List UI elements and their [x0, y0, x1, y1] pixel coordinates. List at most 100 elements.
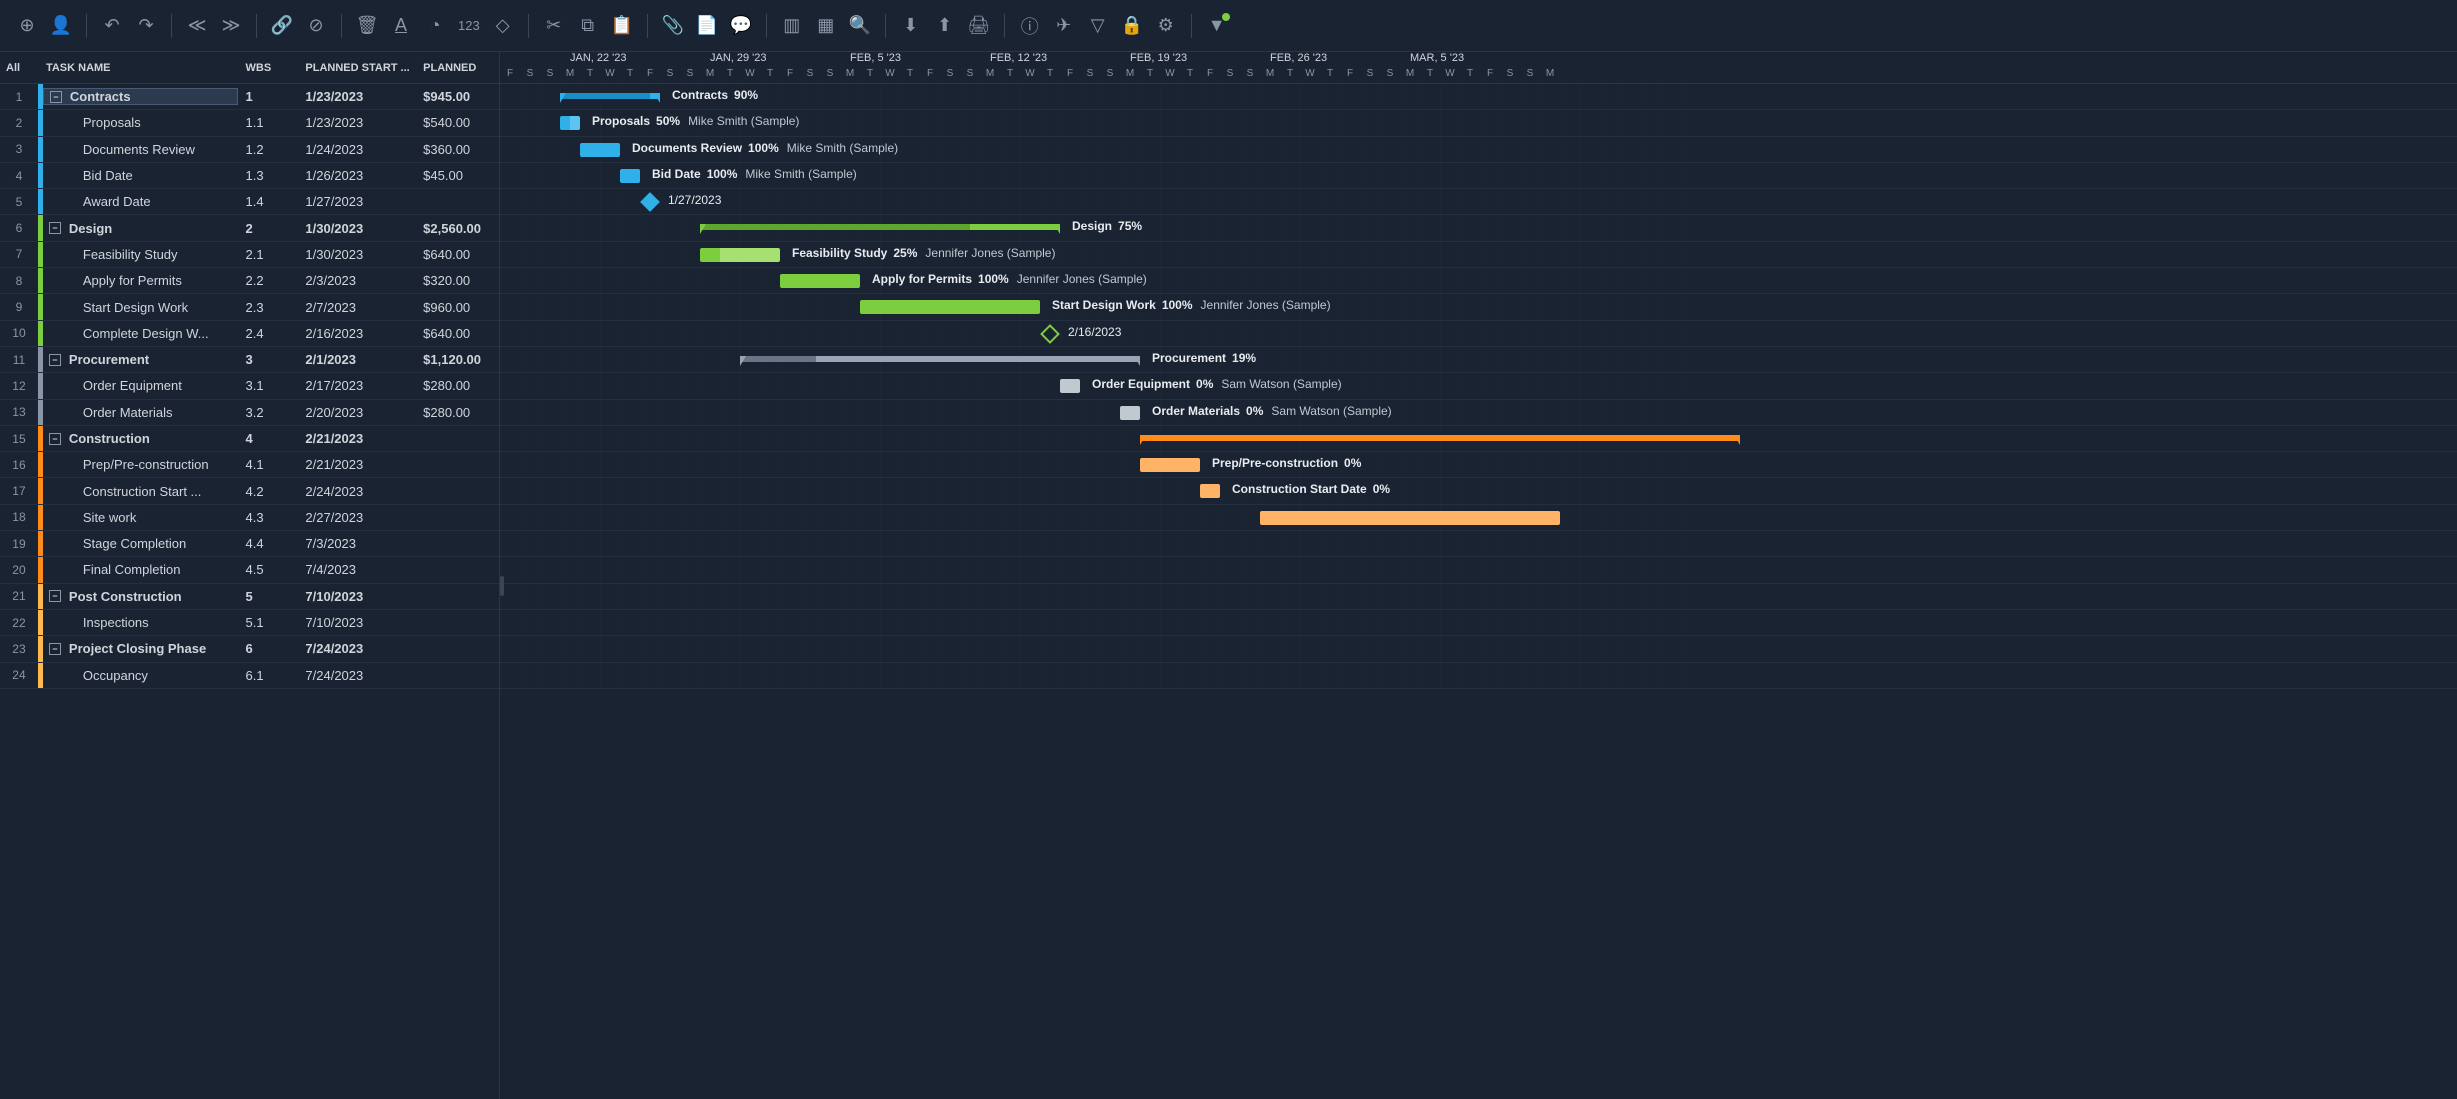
- collapse-icon[interactable]: −: [49, 590, 61, 602]
- task-name-cell[interactable]: Feasibility Study: [43, 247, 238, 262]
- start-cell[interactable]: 7/10/2023: [297, 615, 415, 630]
- columns-icon[interactable]: ▥: [777, 11, 807, 41]
- wbs-cell[interactable]: 5: [238, 589, 298, 604]
- start-cell[interactable]: 1/24/2023: [297, 142, 415, 157]
- milestone-icon[interactable]: [640, 192, 660, 212]
- start-cell[interactable]: 7/24/2023: [297, 641, 415, 656]
- table-row[interactable]: 9Start Design Work2.32/7/2023$960.00: [0, 294, 499, 320]
- wbs-cell[interactable]: 3: [238, 352, 298, 367]
- active-filter-icon[interactable]: ▼: [1202, 11, 1232, 41]
- fill-icon[interactable]: ◔: [420, 11, 450, 41]
- download-icon[interactable]: ⬇: [896, 11, 926, 41]
- col-header-all[interactable]: All: [0, 62, 38, 74]
- table-row[interactable]: 10Complete Design W...2.42/16/2023$640.0…: [0, 321, 499, 347]
- gantt-row[interactable]: Start Design Work100%Jennifer Jones (Sam…: [500, 294, 2457, 320]
- task-name-cell[interactable]: −Post Construction: [43, 589, 238, 604]
- cost-cell[interactable]: $2,560.00: [415, 221, 499, 236]
- cost-cell[interactable]: $945.00: [415, 89, 499, 104]
- gantt-row[interactable]: 2/16/2023: [500, 321, 2457, 347]
- task-name-cell[interactable]: Site work: [43, 510, 238, 525]
- collapse-icon[interactable]: −: [49, 354, 61, 366]
- wbs-cell[interactable]: 2.4: [238, 326, 298, 341]
- wbs-cell[interactable]: 4.3: [238, 510, 298, 525]
- cost-cell[interactable]: $540.00: [415, 115, 499, 130]
- cost-cell[interactable]: $640.00: [415, 247, 499, 262]
- task-name-cell[interactable]: Bid Date: [43, 168, 238, 183]
- gantt-row[interactable]: Construction Start Date0%: [500, 478, 2457, 504]
- task-name-cell[interactable]: Award Date: [43, 194, 238, 209]
- start-cell[interactable]: 1/23/2023: [297, 115, 415, 130]
- wbs-cell[interactable]: 4.4: [238, 536, 298, 551]
- start-cell[interactable]: 1/26/2023: [297, 168, 415, 183]
- gantt-row[interactable]: Contracts90%: [500, 84, 2457, 110]
- task-name-cell[interactable]: Construction Start ...: [43, 484, 238, 499]
- font-icon[interactable]: A: [386, 11, 416, 41]
- col-header-wbs[interactable]: WBS: [238, 62, 298, 74]
- gantt-row[interactable]: Proposals50%Mike Smith (Sample): [500, 110, 2457, 136]
- col-header-cost[interactable]: PLANNED: [415, 62, 499, 74]
- start-cell[interactable]: 7/24/2023: [297, 668, 415, 683]
- wbs-cell[interactable]: 1.2: [238, 142, 298, 157]
- wbs-cell[interactable]: 5.1: [238, 615, 298, 630]
- task-bar[interactable]: [860, 300, 1040, 314]
- task-name-cell[interactable]: Inspections: [43, 615, 238, 630]
- cost-cell[interactable]: $280.00: [415, 378, 499, 393]
- cost-cell[interactable]: $960.00: [415, 300, 499, 315]
- collapse-icon[interactable]: −: [49, 433, 61, 445]
- table-row[interactable]: 21−Post Construction57/10/2023: [0, 584, 499, 610]
- gantt-row[interactable]: 1/27/2023: [500, 189, 2457, 215]
- unlink-icon[interactable]: ⊘: [301, 11, 331, 41]
- info-icon[interactable]: ⓘ: [1015, 11, 1045, 41]
- task-bar[interactable]: [1140, 458, 1200, 472]
- gantt-row[interactable]: Bid Date100%Mike Smith (Sample): [500, 163, 2457, 189]
- milestone-icon[interactable]: [1040, 324, 1060, 344]
- col-header-start[interactable]: PLANNED START ...: [297, 62, 415, 74]
- task-name-cell[interactable]: Final Completion: [43, 562, 238, 577]
- col-header-name[interactable]: TASK NAME: [38, 62, 238, 74]
- task-bar[interactable]: [780, 274, 860, 288]
- wbs-cell[interactable]: 2.3: [238, 300, 298, 315]
- redo-icon[interactable]: ↷: [131, 11, 161, 41]
- wbs-cell[interactable]: 2.1: [238, 247, 298, 262]
- task-name-cell[interactable]: −Project Closing Phase: [43, 641, 238, 656]
- table-row[interactable]: 7Feasibility Study2.11/30/2023$640.00: [0, 242, 499, 268]
- task-bar[interactable]: [620, 169, 640, 183]
- gantt-row[interactable]: Design75%: [500, 215, 2457, 241]
- start-cell[interactable]: 2/1/2023: [297, 352, 415, 367]
- gantt-pane[interactable]: JAN, 22 '23JAN, 29 '23FEB, 5 '23FEB, 12 …: [500, 52, 2457, 1099]
- wbs-cell[interactable]: 1.1: [238, 115, 298, 130]
- table-row[interactable]: 12Order Equipment3.12/17/2023$280.00: [0, 373, 499, 399]
- task-name-cell[interactable]: Proposals: [43, 115, 238, 130]
- table-row[interactable]: 4Bid Date1.31/26/2023$45.00: [0, 163, 499, 189]
- wbs-cell[interactable]: 1: [238, 89, 298, 104]
- gantt-row[interactable]: [500, 584, 2457, 610]
- start-cell[interactable]: 2/24/2023: [297, 484, 415, 499]
- task-name-cell[interactable]: −Contracts: [43, 88, 238, 105]
- numeric-label[interactable]: 123: [454, 18, 484, 33]
- lock-icon[interactable]: 🔒: [1117, 11, 1147, 41]
- task-bar[interactable]: [1060, 379, 1080, 393]
- collapse-icon[interactable]: −: [49, 643, 61, 655]
- table-row[interactable]: 20Final Completion4.57/4/2023: [0, 557, 499, 583]
- table-row[interactable]: 13Order Materials3.22/20/2023$280.00: [0, 400, 499, 426]
- task-bar[interactable]: [700, 248, 780, 262]
- wbs-cell[interactable]: 1.4: [238, 194, 298, 209]
- copy-icon[interactable]: ⧉: [573, 11, 603, 41]
- link-icon[interactable]: 🔗: [267, 11, 297, 41]
- wbs-cell[interactable]: 4.5: [238, 562, 298, 577]
- table-row[interactable]: 15−Construction42/21/2023: [0, 426, 499, 452]
- outdent-icon[interactable]: ≪: [182, 11, 212, 41]
- cost-cell[interactable]: $320.00: [415, 273, 499, 288]
- wbs-cell[interactable]: 4.1: [238, 457, 298, 472]
- print-icon[interactable]: 🖨: [964, 11, 994, 41]
- task-name-cell[interactable]: Order Equipment: [43, 378, 238, 393]
- wbs-cell[interactable]: 4.2: [238, 484, 298, 499]
- table-row[interactable]: 24Occupancy6.17/24/2023: [0, 663, 499, 689]
- gantt-row[interactable]: Feasibility Study25%Jennifer Jones (Samp…: [500, 242, 2457, 268]
- filter-icon[interactable]: ▽: [1083, 11, 1113, 41]
- task-bar[interactable]: [580, 143, 620, 157]
- cost-cell[interactable]: $640.00: [415, 326, 499, 341]
- cut-icon[interactable]: ✂: [539, 11, 569, 41]
- add-icon[interactable]: ⊕: [12, 11, 42, 41]
- start-cell[interactable]: 7/3/2023: [297, 536, 415, 551]
